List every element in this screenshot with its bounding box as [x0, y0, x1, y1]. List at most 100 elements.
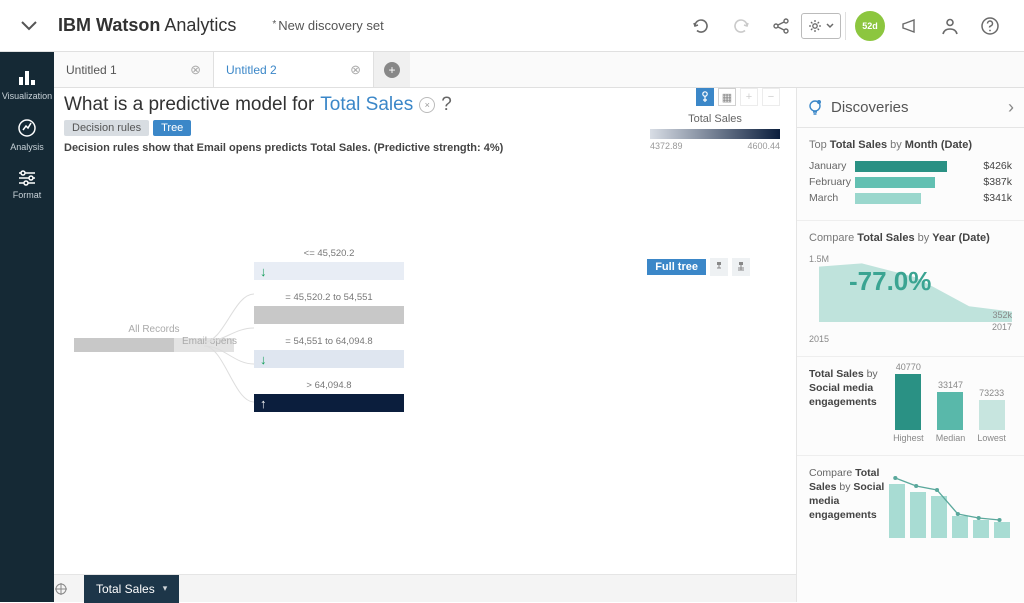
- legend-max: 4600.44: [747, 141, 780, 151]
- chevron-down-icon: [21, 21, 37, 31]
- discoveries-panel: Discoveries › Top Total Sales by Month (…: [796, 88, 1024, 602]
- account-button[interactable]: [930, 6, 970, 46]
- chevron-right-icon[interactable]: ›: [1008, 97, 1014, 118]
- brand: IBM Watson Analytics: [58, 15, 236, 36]
- app-header: IBM Watson Analytics New discovery set 5…: [0, 0, 1024, 52]
- rail-label: Analysis: [10, 142, 44, 152]
- lightbulb-icon: [807, 99, 823, 117]
- share-icon: [772, 17, 790, 35]
- tab-label: Untitled 1: [66, 63, 117, 77]
- trend-line: [887, 466, 1012, 538]
- leaf-condition: > 64,094.8: [254, 380, 404, 391]
- document-name[interactable]: New discovery set: [272, 18, 383, 33]
- clear-metric-button[interactable]: ×: [419, 97, 435, 113]
- x-start: 2015: [809, 334, 829, 344]
- tree-leaf-1[interactable]: <= 45,520.2 ↓: [254, 248, 404, 280]
- user-icon: [940, 16, 960, 36]
- bar-row: February$387k: [809, 176, 1012, 188]
- tab-untitled-2[interactable]: Untitled 2 ⊗: [214, 52, 374, 87]
- question-mark: ?: [441, 94, 452, 116]
- tree-leaf-4[interactable]: > 64,094.8 ↑: [254, 380, 404, 412]
- arrow-down-icon: ↓: [260, 264, 267, 279]
- arrow-up-icon: ↑: [260, 396, 267, 411]
- question-metric[interactable]: Total Sales: [320, 94, 413, 116]
- combo-chart: [887, 466, 1012, 538]
- rail-visualization[interactable]: Visualization: [0, 60, 54, 110]
- grid-toggle[interactable]: ▦: [718, 88, 736, 106]
- discovery-card-social-bars[interactable]: Total Sales by Social media engagements …: [797, 357, 1024, 456]
- left-rail: Visualization Analysis Format: [0, 52, 54, 602]
- trial-days[interactable]: 52d: [850, 6, 890, 46]
- rail-analysis[interactable]: Analysis: [0, 110, 54, 160]
- decision-tree: All Records Email opens <= 45,520.2 ↓ = …: [64, 264, 786, 494]
- question-prefix: What is a predictive model for: [64, 94, 314, 116]
- end-value: 352k: [992, 310, 1012, 320]
- bar-group: 40770Highest 33147Median 73233Lowest: [887, 367, 1012, 443]
- legend-title: Total Sales: [650, 113, 780, 125]
- discovery-card-top-month[interactable]: Top Total Sales by Month (Date) January$…: [797, 128, 1024, 221]
- bar-chart-icon: [17, 69, 37, 87]
- card-title: Top Total Sales by Month (Date): [809, 138, 1012, 152]
- main-canvas: What is a predictive model for Total Sal…: [54, 88, 796, 574]
- chevron-down-icon: ▾: [163, 583, 168, 594]
- pill-tree[interactable]: Tree: [153, 120, 191, 136]
- arrow-down-icon: ↓: [260, 352, 267, 367]
- leaf-condition: = 54,551 to 64,094.8: [254, 336, 404, 347]
- color-legend: Total Sales 4372.89 4600.44: [650, 113, 780, 151]
- drop-target-icon[interactable]: [54, 582, 84, 596]
- tree-leaf-3[interactable]: = 54,551 to 64,094.8 ↓: [254, 336, 404, 368]
- x-end: 2017: [992, 322, 1012, 332]
- gear-icon: [808, 19, 822, 33]
- leaf-condition: <= 45,520.2: [254, 248, 404, 259]
- chevron-down-icon: [826, 23, 834, 29]
- discoveries-title: Discoveries: [831, 99, 1008, 116]
- card-title: Total Sales by Social media engagements: [809, 367, 887, 443]
- redo-button[interactable]: [721, 6, 761, 46]
- undo-button[interactable]: [681, 6, 721, 46]
- tab-label: Untitled 2: [226, 63, 277, 77]
- help-icon: [980, 16, 1000, 36]
- key-icon: [700, 91, 710, 103]
- rail-label: Format: [13, 190, 42, 200]
- undo-icon: [691, 16, 711, 36]
- shelf-metric[interactable]: Total Sales ▾: [84, 575, 179, 603]
- zoom-out-button[interactable]: −: [762, 88, 780, 106]
- key-insight-toggle[interactable]: [696, 88, 714, 106]
- tab-bar: Untitled 1 ⊗ Untitled 2 ⊗ +: [54, 52, 1024, 88]
- delta-value: -77.0%: [849, 266, 931, 297]
- close-icon[interactable]: ⊗: [190, 62, 201, 78]
- legend-min: 4372.89: [650, 141, 683, 151]
- pill-decision-rules[interactable]: Decision rules: [64, 120, 149, 136]
- discovery-card-year-compare[interactable]: Compare Total Sales by Year (Date) 1.5M …: [797, 221, 1024, 356]
- close-icon[interactable]: ⊗: [350, 62, 361, 78]
- settings-dropdown[interactable]: [801, 13, 841, 39]
- tab-untitled-1[interactable]: Untitled 1 ⊗: [54, 52, 214, 87]
- analysis-icon: [17, 118, 37, 138]
- discoveries-header[interactable]: Discoveries ›: [797, 88, 1024, 128]
- tree-connectors: [174, 284, 254, 424]
- add-tab-button[interactable]: +: [374, 52, 410, 87]
- rail-label: Visualization: [2, 91, 52, 101]
- plus-icon: +: [384, 62, 400, 78]
- announce-button[interactable]: [890, 6, 930, 46]
- rail-format[interactable]: Format: [0, 160, 54, 210]
- menu-toggle[interactable]: [14, 11, 44, 41]
- share-button[interactable]: [761, 6, 801, 46]
- redo-icon: [731, 16, 751, 36]
- card-title: Compare Total Sales by Year (Date): [809, 231, 1012, 245]
- help-button[interactable]: [970, 6, 1010, 46]
- tree-leaf-2[interactable]: = 45,520.2 to 54,551: [254, 292, 404, 324]
- canvas-tool-row: ▦ + −: [696, 88, 780, 106]
- bar-row: January$426k: [809, 160, 1012, 172]
- tree-branches: <= 45,520.2 ↓ = 45,520.2 to 54,551 = 54,…: [254, 248, 404, 424]
- zoom-in-button[interactable]: +: [740, 88, 758, 106]
- shelf-metric-label: Total Sales: [96, 582, 155, 596]
- bar-row: March$341k: [809, 192, 1012, 204]
- legend-gradient: [650, 129, 780, 139]
- discovery-card-social-compare[interactable]: Compare Total Sales by Social media enga…: [797, 456, 1024, 550]
- card-title: Compare Total Sales by Social media enga…: [809, 466, 887, 538]
- leaf-condition: = 45,520.2 to 54,551: [254, 292, 404, 303]
- bottom-shelf: Total Sales ▾: [54, 574, 796, 602]
- megaphone-icon: [900, 16, 920, 36]
- sliders-icon: [17, 170, 37, 186]
